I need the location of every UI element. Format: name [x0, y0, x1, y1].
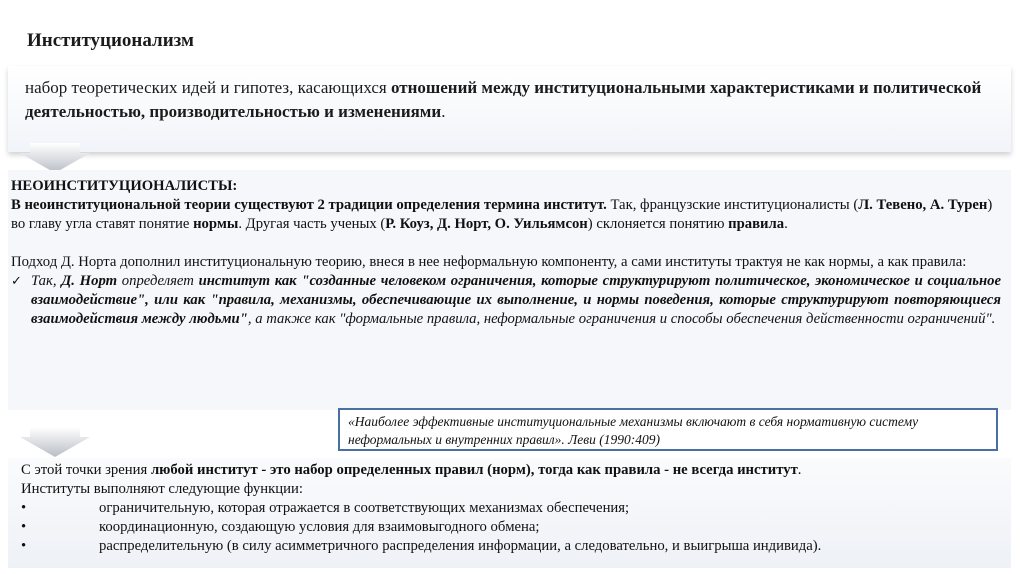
list-item: • распределительную (в силу асимметричног…	[21, 538, 822, 554]
north-definition-item: ✓ Так, Д. Норт определяет институт как "с…	[11, 273, 1001, 327]
page-title: Институционализм	[27, 30, 194, 51]
checkmark-icon: ✓	[11, 274, 22, 289]
neoinstitutionalists-section: НЕОИНСТИТУЦИОНАЛИСТЫ: В неоинституционал…	[11, 177, 1001, 329]
down-arrow-icon	[20, 427, 90, 457]
down-arrow-icon	[20, 143, 90, 173]
functions-intro: Институты выполняют следующие функции:	[21, 481, 303, 497]
bullet-icon: •	[21, 500, 27, 516]
list-item: • ограничительную, которая отражается в с…	[21, 500, 630, 516]
bullet-icon: •	[21, 538, 27, 554]
section-heading: НЕОИНСТИТУЦИОНАЛИСТЫ:	[11, 178, 238, 194]
quote-box: «Наиболее эффективные институциональные …	[338, 408, 998, 451]
bullet-icon: •	[21, 519, 27, 535]
functions-section: С этой точки зрения любой институт - это…	[21, 461, 1001, 556]
neo-paragraph-2: Подход Д. Норта дополнил институциональн…	[11, 254, 967, 270]
quote-text: «Наиболее эффективные институциональные …	[348, 414, 919, 447]
neo-paragraph-1: В неоинституциональной теории существуют…	[11, 197, 993, 232]
list-item: • координационную, создающую условия для …	[21, 519, 540, 535]
institution-statement: С этой точки зрения любой институт - это…	[21, 462, 802, 478]
definition-text: набор теоретических идей и гипотез, каса…	[25, 78, 982, 121]
